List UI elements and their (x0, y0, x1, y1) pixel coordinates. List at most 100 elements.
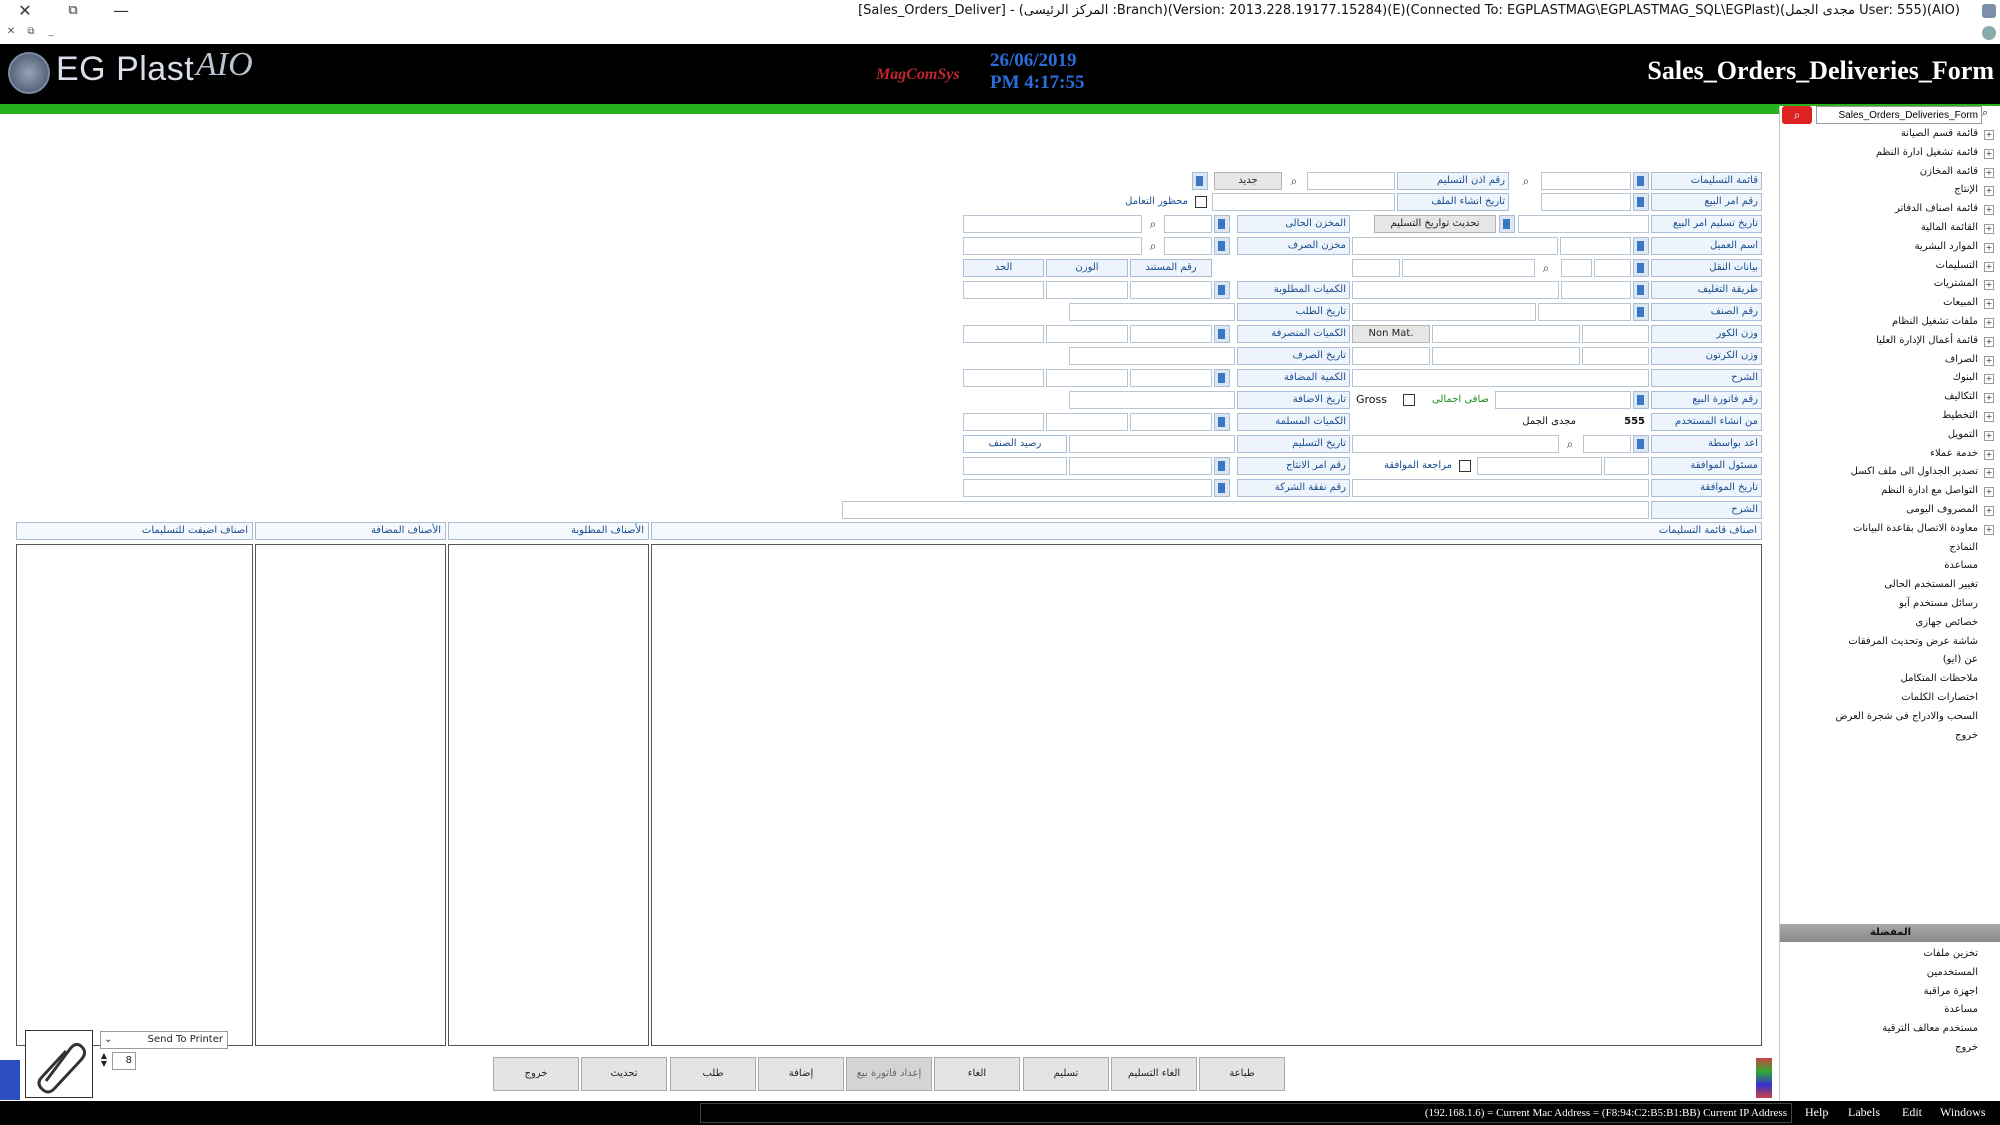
transport-field-3[interactable] (1402, 259, 1535, 277)
tree-item[interactable]: الإنتاج (1954, 184, 1978, 195)
attachment-button[interactable] (25, 1030, 93, 1098)
required-qty-indicator[interactable] (1214, 281, 1230, 299)
tree-item[interactable]: رسائل مستخدم آبو (1899, 598, 1978, 609)
sales-order-no-field[interactable] (1541, 193, 1631, 211)
delivered-qty-limit-field[interactable] (963, 413, 1044, 431)
form-search-input[interactable] (1816, 106, 1982, 124)
added-to-deliveries-grid[interactable] (16, 544, 253, 1046)
approval-officer-code-field[interactable] (1604, 457, 1649, 475)
current-store-code-field[interactable] (1164, 215, 1212, 233)
copies-spinner[interactable]: ▲ ▼ (98, 1052, 110, 1070)
tree-item[interactable]: السحب والادراج فى شجرة العرض (1835, 711, 1978, 722)
deliveries-list-indicator[interactable] (1633, 172, 1649, 190)
tree-item[interactable]: تغيير المستخدم الحالى (1884, 579, 1978, 590)
prepared-by-indicator[interactable] (1633, 435, 1649, 453)
delivery-list-items-grid[interactable] (651, 544, 1762, 1046)
mdi-restore-icon[interactable]: ⧉ (24, 26, 38, 40)
menu-help[interactable]: Help (1805, 1105, 1828, 1120)
issue-store-name-field[interactable] (963, 237, 1142, 255)
sales-order-no-indicator[interactable] (1633, 193, 1649, 211)
tree-item[interactable]: قائمة اصناف الدفاتر (1895, 203, 1978, 214)
favorite-item[interactable]: تخزين ملفات (1923, 948, 1978, 959)
core-weight-field[interactable] (1582, 325, 1649, 343)
restore-icon[interactable]: ⧉ (58, 0, 88, 22)
current-store-search-icon[interactable]: ⌕ (1144, 215, 1162, 233)
current-store-indicator[interactable] (1214, 215, 1230, 233)
delivery-date-field[interactable] (1069, 435, 1235, 453)
required-qty-doc-field[interactable] (1130, 281, 1212, 299)
carton-weight-extra-field[interactable] (1352, 347, 1430, 365)
description-field[interactable] (1352, 369, 1649, 387)
carton-weight-field[interactable] (1582, 347, 1649, 365)
tree-item[interactable]: التكاليف (1944, 391, 1978, 402)
mdi-minimize-icon[interactable]: _ (44, 26, 58, 40)
company-cost-no-field[interactable] (963, 479, 1212, 497)
added-items-grid[interactable] (255, 544, 446, 1046)
issued-qty-doc-field[interactable] (1130, 325, 1212, 343)
cancel-delivery-button[interactable]: الغاء التسليم (1111, 1057, 1197, 1091)
description2-field[interactable] (842, 501, 1649, 519)
deliver-button[interactable]: تسليم (1023, 1057, 1109, 1091)
expand-icon[interactable]: + (1984, 412, 1994, 422)
deliveries-list-field[interactable] (1541, 172, 1631, 190)
tree-item[interactable]: عن (ايو) (1943, 654, 1978, 665)
delivery-order-no-search-icon[interactable]: ⌕ (1285, 172, 1303, 190)
net-total-checkbox[interactable] (1403, 394, 1415, 406)
search-icon[interactable]: ⌕ (1982, 106, 1996, 124)
approval-officer-name-field[interactable] (1477, 457, 1602, 475)
request-button[interactable]: طلب (670, 1057, 756, 1091)
update-button[interactable]: تحديث (581, 1057, 667, 1091)
favorite-item[interactable]: المستخدمين (1927, 967, 1978, 978)
packing-code-field[interactable] (1561, 281, 1631, 299)
tree-item[interactable]: خصائص جهازى (1915, 617, 1978, 628)
favorite-item[interactable]: اجهزة مراقبة (1924, 986, 1978, 997)
tree-item[interactable]: ملفات تشغيل النظام (1892, 316, 1978, 327)
tree-item[interactable]: قائمة تشغيل ادارة النظم (1876, 147, 1978, 158)
search-button[interactable]: ⌕ (1782, 106, 1812, 124)
transport-data-indicator[interactable] (1633, 259, 1649, 277)
delivered-qty-indicator[interactable] (1214, 413, 1230, 431)
added-qty-doc-field[interactable] (1130, 369, 1212, 387)
file-create-date-field[interactable] (1212, 193, 1395, 211)
production-order-no-field[interactable] (1069, 457, 1212, 475)
added-qty-limit-field[interactable] (963, 369, 1044, 387)
printer-select[interactable]: ⌄ Send To Printer (100, 1031, 228, 1049)
prepared-by-code-field[interactable] (1583, 435, 1631, 453)
menu-edit[interactable]: Edit (1902, 1105, 1922, 1120)
added-qty-weight-field[interactable] (1046, 369, 1128, 387)
customer-code-field[interactable] (1560, 237, 1631, 255)
core-weight-value-field[interactable] (1432, 325, 1580, 343)
expand-icon[interactable]: + (1984, 186, 1994, 197)
copies-input[interactable]: 8 (112, 1052, 136, 1070)
tree-item[interactable]: شاشة عرض وتحديث المرفقات (1848, 636, 1978, 647)
expand-icon[interactable]: + (1984, 468, 1994, 479)
tree-item[interactable]: قائمة المخازن (1920, 166, 1978, 177)
item-no-field[interactable] (1538, 303, 1631, 321)
request-date-field[interactable] (1069, 303, 1235, 321)
tree-item[interactable]: المبيعات (1943, 297, 1978, 308)
tree-item[interactable]: تصدير الجداول الى ملف اكسل (1851, 466, 1978, 477)
issued-qty-indicator[interactable] (1214, 325, 1230, 343)
tree-item[interactable]: القائمة المالية (1921, 222, 1978, 233)
tree-item[interactable]: معاودة الاتصال بقاعدة البيانات (1853, 523, 1978, 534)
current-store-name-field[interactable] (963, 215, 1142, 233)
cancel-button[interactable]: الغاء (934, 1057, 1020, 1091)
expand-icon[interactable]: + (1984, 506, 1994, 516)
tree-item[interactable]: قائمة قسم الصيانة (1901, 128, 1978, 139)
expand-icon[interactable]: + (1984, 224, 1994, 234)
tree-item[interactable]: التخطيط (1942, 410, 1978, 421)
transport-search-icon[interactable]: ⌕ (1537, 259, 1555, 277)
sales-order-delivery-date-field[interactable] (1518, 215, 1649, 233)
new-indicator[interactable] (1192, 172, 1208, 190)
transport-field-2[interactable] (1561, 259, 1592, 277)
menu-windows[interactable]: Windows (1940, 1105, 1986, 1120)
add-date-field[interactable] (1069, 391, 1235, 409)
tree-item[interactable]: مساعدة (1944, 560, 1978, 571)
close-icon[interactable]: ✕ (10, 0, 40, 22)
prepared-by-name-field[interactable] (1352, 435, 1559, 453)
delivered-qty-doc-field[interactable] (1130, 413, 1212, 431)
add-button[interactable]: إضافة (758, 1057, 844, 1091)
expand-icon[interactable]: + (1984, 130, 1994, 140)
production-order-no-indicator[interactable] (1214, 457, 1230, 475)
expand-icon[interactable]: + (1984, 355, 1994, 366)
